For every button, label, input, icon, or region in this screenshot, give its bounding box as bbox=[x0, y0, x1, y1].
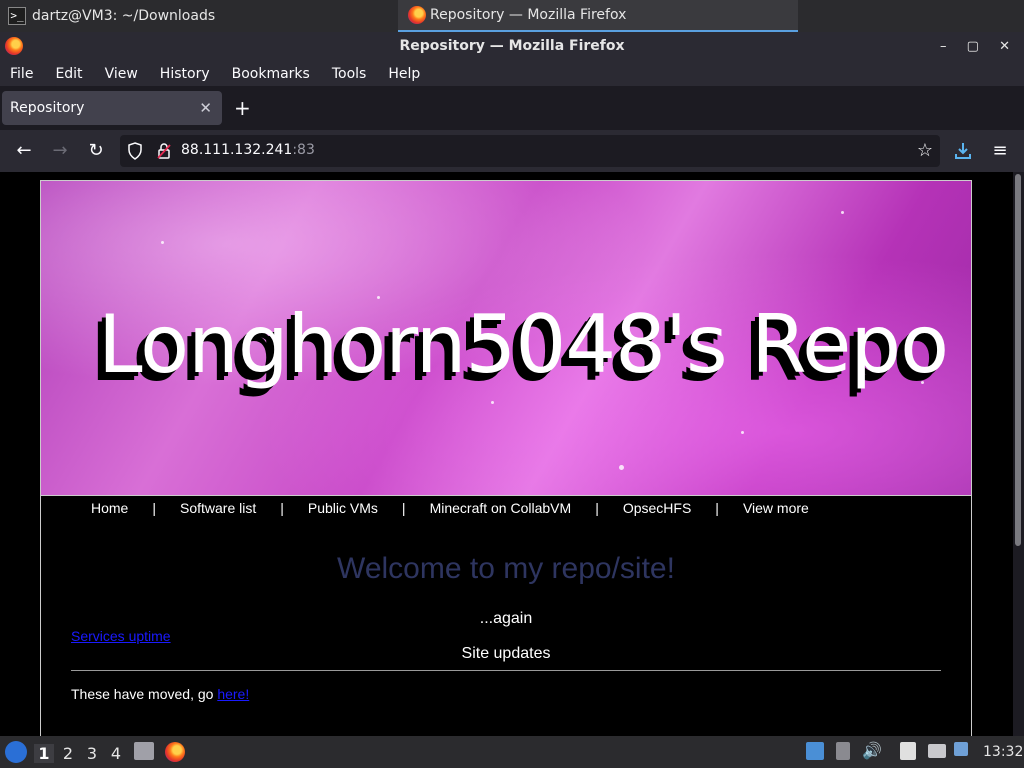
workspace-2[interactable]: 2 bbox=[58, 744, 78, 763]
site-nav-home[interactable]: Home bbox=[91, 500, 128, 516]
url-text[interactable]: 88.111.132.241:83 bbox=[181, 142, 315, 158]
firefox-title-bar: Repository — Mozilla Firefox – ▢ ✕ bbox=[0, 32, 1024, 61]
star-decoration bbox=[161, 241, 164, 244]
network-icon[interactable] bbox=[928, 744, 946, 758]
site-nav-opsechfs[interactable]: OpsecHFS bbox=[623, 500, 691, 516]
workspace-1[interactable]: 1 bbox=[34, 744, 54, 763]
start-menu-icon[interactable] bbox=[5, 741, 27, 763]
moved-text: These have moved, go here! bbox=[71, 686, 249, 702]
notification-icon[interactable] bbox=[954, 742, 968, 756]
site-nav-minecraft[interactable]: Minecraft on CollabVM bbox=[430, 500, 572, 516]
nav-separator: | bbox=[152, 500, 156, 516]
divider bbox=[71, 670, 941, 671]
here-link[interactable]: here! bbox=[217, 686, 249, 702]
firefox-task-label: Repository — Mozilla Firefox bbox=[430, 7, 627, 23]
menu-help[interactable]: Help bbox=[388, 66, 420, 82]
site-banner-title: Longhorn5048's Repo bbox=[98, 298, 949, 391]
window-manager-bar: >_ dartz@VM3: ~/Downloads Repository — M… bbox=[0, 0, 1024, 32]
clipboard-icon[interactable] bbox=[900, 742, 916, 760]
star-decoration bbox=[741, 431, 744, 434]
tab-bar: Repository ✕ bbox=[0, 86, 1024, 130]
site-nav: Home | Software list | Public VMs | Mine… bbox=[91, 500, 809, 516]
site-updates-heading: Site updates bbox=[461, 645, 551, 662]
window-controls[interactable]: – ▢ ✕ bbox=[940, 32, 1018, 61]
again-text: ...again bbox=[479, 610, 533, 627]
workspace-3[interactable]: 3 bbox=[82, 744, 102, 763]
downloads-icon[interactable] bbox=[954, 141, 972, 161]
close-icon[interactable]: ✕ bbox=[199, 91, 212, 125]
forward-icon[interactable]: → bbox=[49, 140, 71, 162]
nav-separator: | bbox=[280, 500, 284, 516]
nav-separator: | bbox=[715, 500, 719, 516]
star-decoration bbox=[619, 465, 624, 470]
menu-bar: File Edit View History Bookmarks Tools H… bbox=[0, 61, 1024, 86]
menu-tools[interactable]: Tools bbox=[332, 66, 367, 82]
volume-icon[interactable]: 🔊 bbox=[862, 741, 882, 760]
star-decoration bbox=[491, 401, 494, 404]
hamburger-menu-icon[interactable]: ≡ bbox=[989, 140, 1011, 162]
site-nav-software-list[interactable]: Software list bbox=[180, 500, 256, 516]
menu-edit[interactable]: Edit bbox=[55, 66, 82, 82]
site-nav-public-vms[interactable]: Public VMs bbox=[308, 500, 378, 516]
clock: 13:32 bbox=[983, 744, 1024, 760]
welcome-heading: Welcome to my repo/site! bbox=[337, 552, 675, 585]
menu-file[interactable]: File bbox=[10, 66, 33, 82]
tab-repository[interactable]: Repository ✕ bbox=[2, 91, 222, 125]
star-decoration bbox=[841, 211, 844, 214]
firefox-task[interactable]: Repository — Mozilla Firefox bbox=[398, 0, 798, 32]
back-icon[interactable]: ← bbox=[13, 140, 35, 162]
url-host: 88.111.132.241 bbox=[181, 142, 293, 158]
site-nav-view-more[interactable]: View more bbox=[743, 500, 809, 516]
firefox-icon bbox=[5, 37, 23, 55]
nav-separator: | bbox=[595, 500, 599, 516]
scrollbar-thumb[interactable] bbox=[1015, 174, 1021, 546]
new-tab-icon[interactable]: + bbox=[234, 93, 251, 123]
menu-history[interactable]: History bbox=[160, 66, 210, 82]
firefox-launcher-icon[interactable] bbox=[165, 742, 185, 762]
menu-bookmarks[interactable]: Bookmarks bbox=[232, 66, 310, 82]
workspace-4[interactable]: 4 bbox=[106, 744, 126, 763]
nav-separator: | bbox=[401, 500, 406, 516]
terminal-task-label: dartz@VM3: ~/Downloads bbox=[32, 8, 216, 24]
firefox-icon bbox=[408, 6, 426, 24]
storage-icon[interactable] bbox=[836, 742, 850, 760]
lock-insecure-icon[interactable] bbox=[156, 142, 172, 160]
url-port: :83 bbox=[292, 142, 315, 158]
shield-icon[interactable] bbox=[127, 142, 143, 160]
bookmark-star-icon[interactable]: ☆ bbox=[914, 140, 936, 162]
file-manager-icon[interactable] bbox=[134, 742, 154, 760]
terminal-icon: >_ bbox=[8, 7, 26, 25]
services-uptime-link[interactable]: Services uptime bbox=[71, 628, 171, 644]
window-title: Repository — Mozilla Firefox bbox=[399, 38, 625, 54]
tab-label: Repository bbox=[10, 100, 85, 116]
menu-view[interactable]: View bbox=[105, 66, 138, 82]
moved-label: These have moved, go bbox=[71, 686, 218, 702]
display-icon[interactable] bbox=[806, 742, 824, 760]
reload-icon[interactable]: ↻ bbox=[85, 140, 107, 162]
terminal-task[interactable]: >_ dartz@VM3: ~/Downloads bbox=[0, 0, 398, 32]
